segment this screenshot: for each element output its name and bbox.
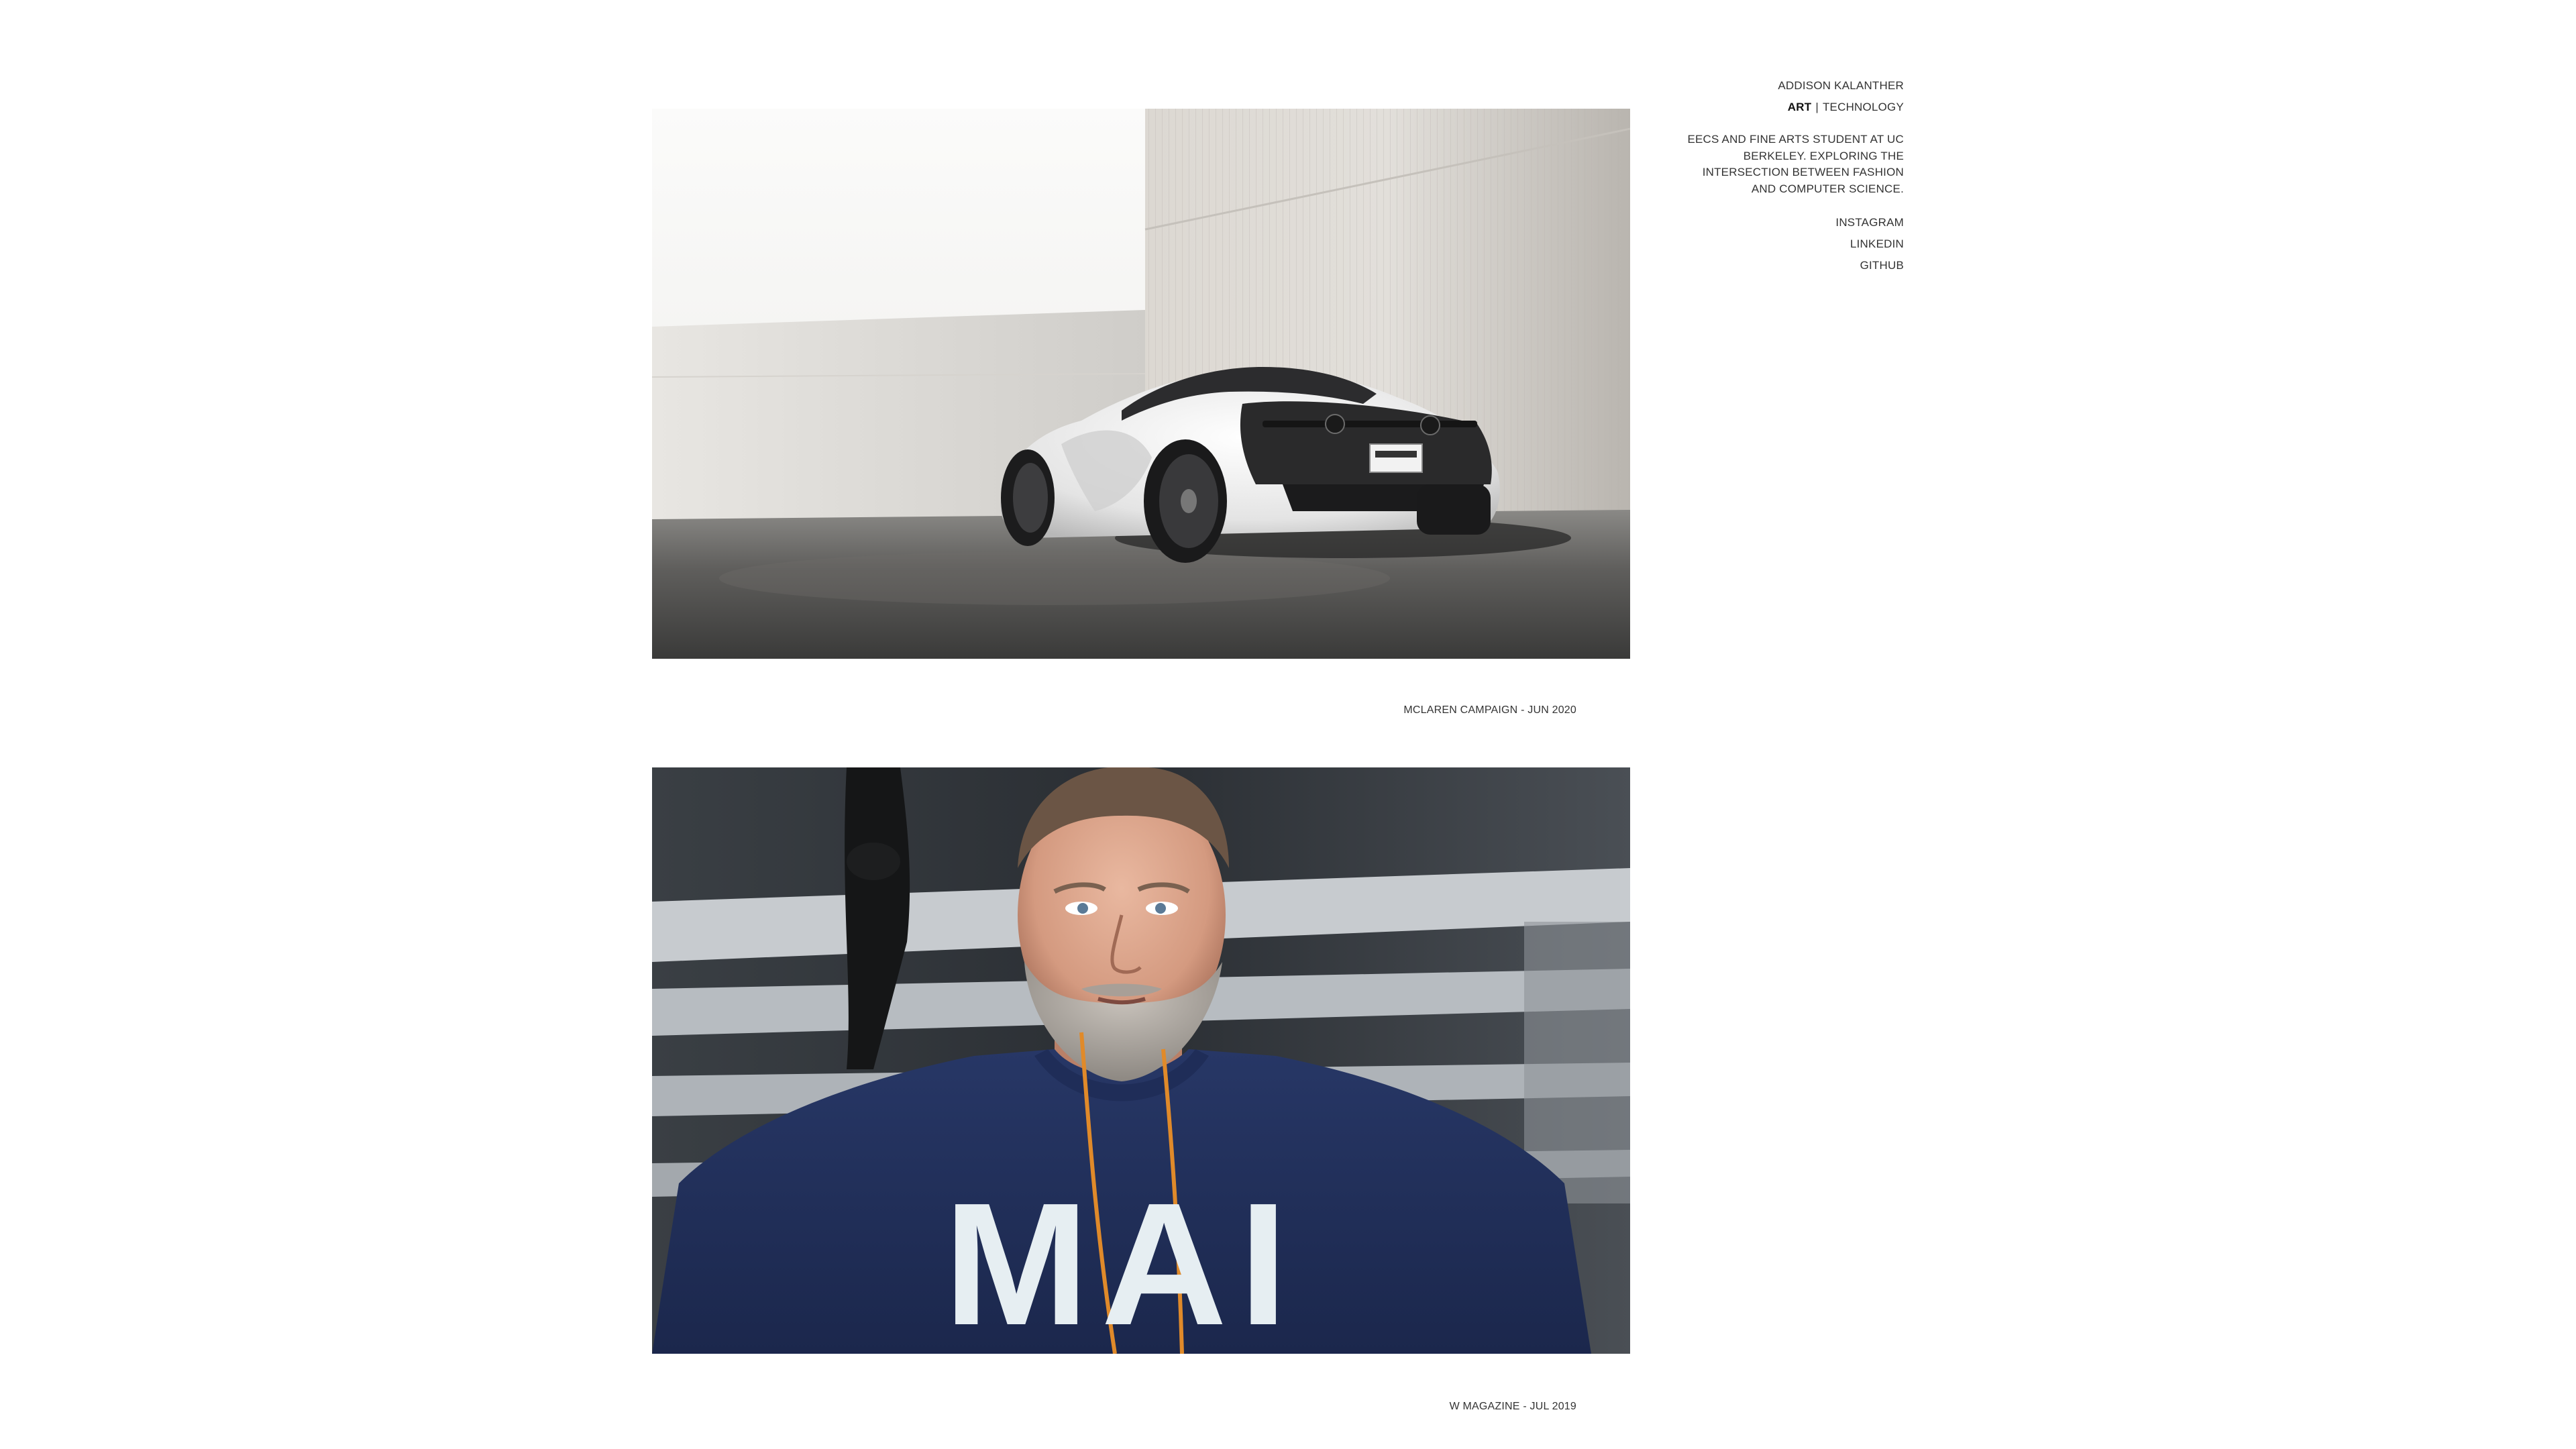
github-link[interactable]: GITHUB (1676, 255, 1904, 276)
portrait-image: MAI (652, 767, 1630, 1354)
nav-separator: | (1815, 101, 1819, 113)
photo-caption: MCLAREN CAMPAIGN - JUN 2020 (1403, 704, 1576, 716)
mclaren-car-image (652, 109, 1630, 659)
instagram-link[interactable]: INSTAGRAM (1676, 212, 1904, 233)
gallery-photo-mclaren[interactable] (652, 109, 1630, 659)
nav-art-link[interactable]: ART (1788, 101, 1812, 113)
sweater-text: MAI (944, 1167, 1300, 1354)
gallery-photo-w-magazine[interactable]: MAI (652, 767, 1630, 1354)
bio-paragraph: EECS AND FINE ARTS STUDENT AT UC BERKELE… (1687, 133, 1904, 195)
category-nav: ART | TECHNOLOGY (1676, 97, 1904, 118)
portfolio-page: ADDISON KALANTHER ART | TECHNOLOGY EECS AN… (0, 0, 2576, 1449)
social-links: INSTAGRAM LINKEDIN GITHUB (1676, 212, 1904, 276)
nav-technology-link[interactable]: TECHNOLOGY (1823, 101, 1904, 113)
bio-text: EECS AND FINE ARTS STUDENT AT UC BERKELE… (1676, 131, 1904, 197)
profile-sidebar: ADDISON KALANTHER ART | TECHNOLOGY EECS AN… (1676, 75, 1904, 276)
site-name-link[interactable]: ADDISON KALANTHER (1676, 75, 1904, 97)
photo-caption: W MAGAZINE - JUL 2019 (1449, 1401, 1576, 1412)
linkedin-link[interactable]: LINKEDIN (1676, 233, 1904, 255)
